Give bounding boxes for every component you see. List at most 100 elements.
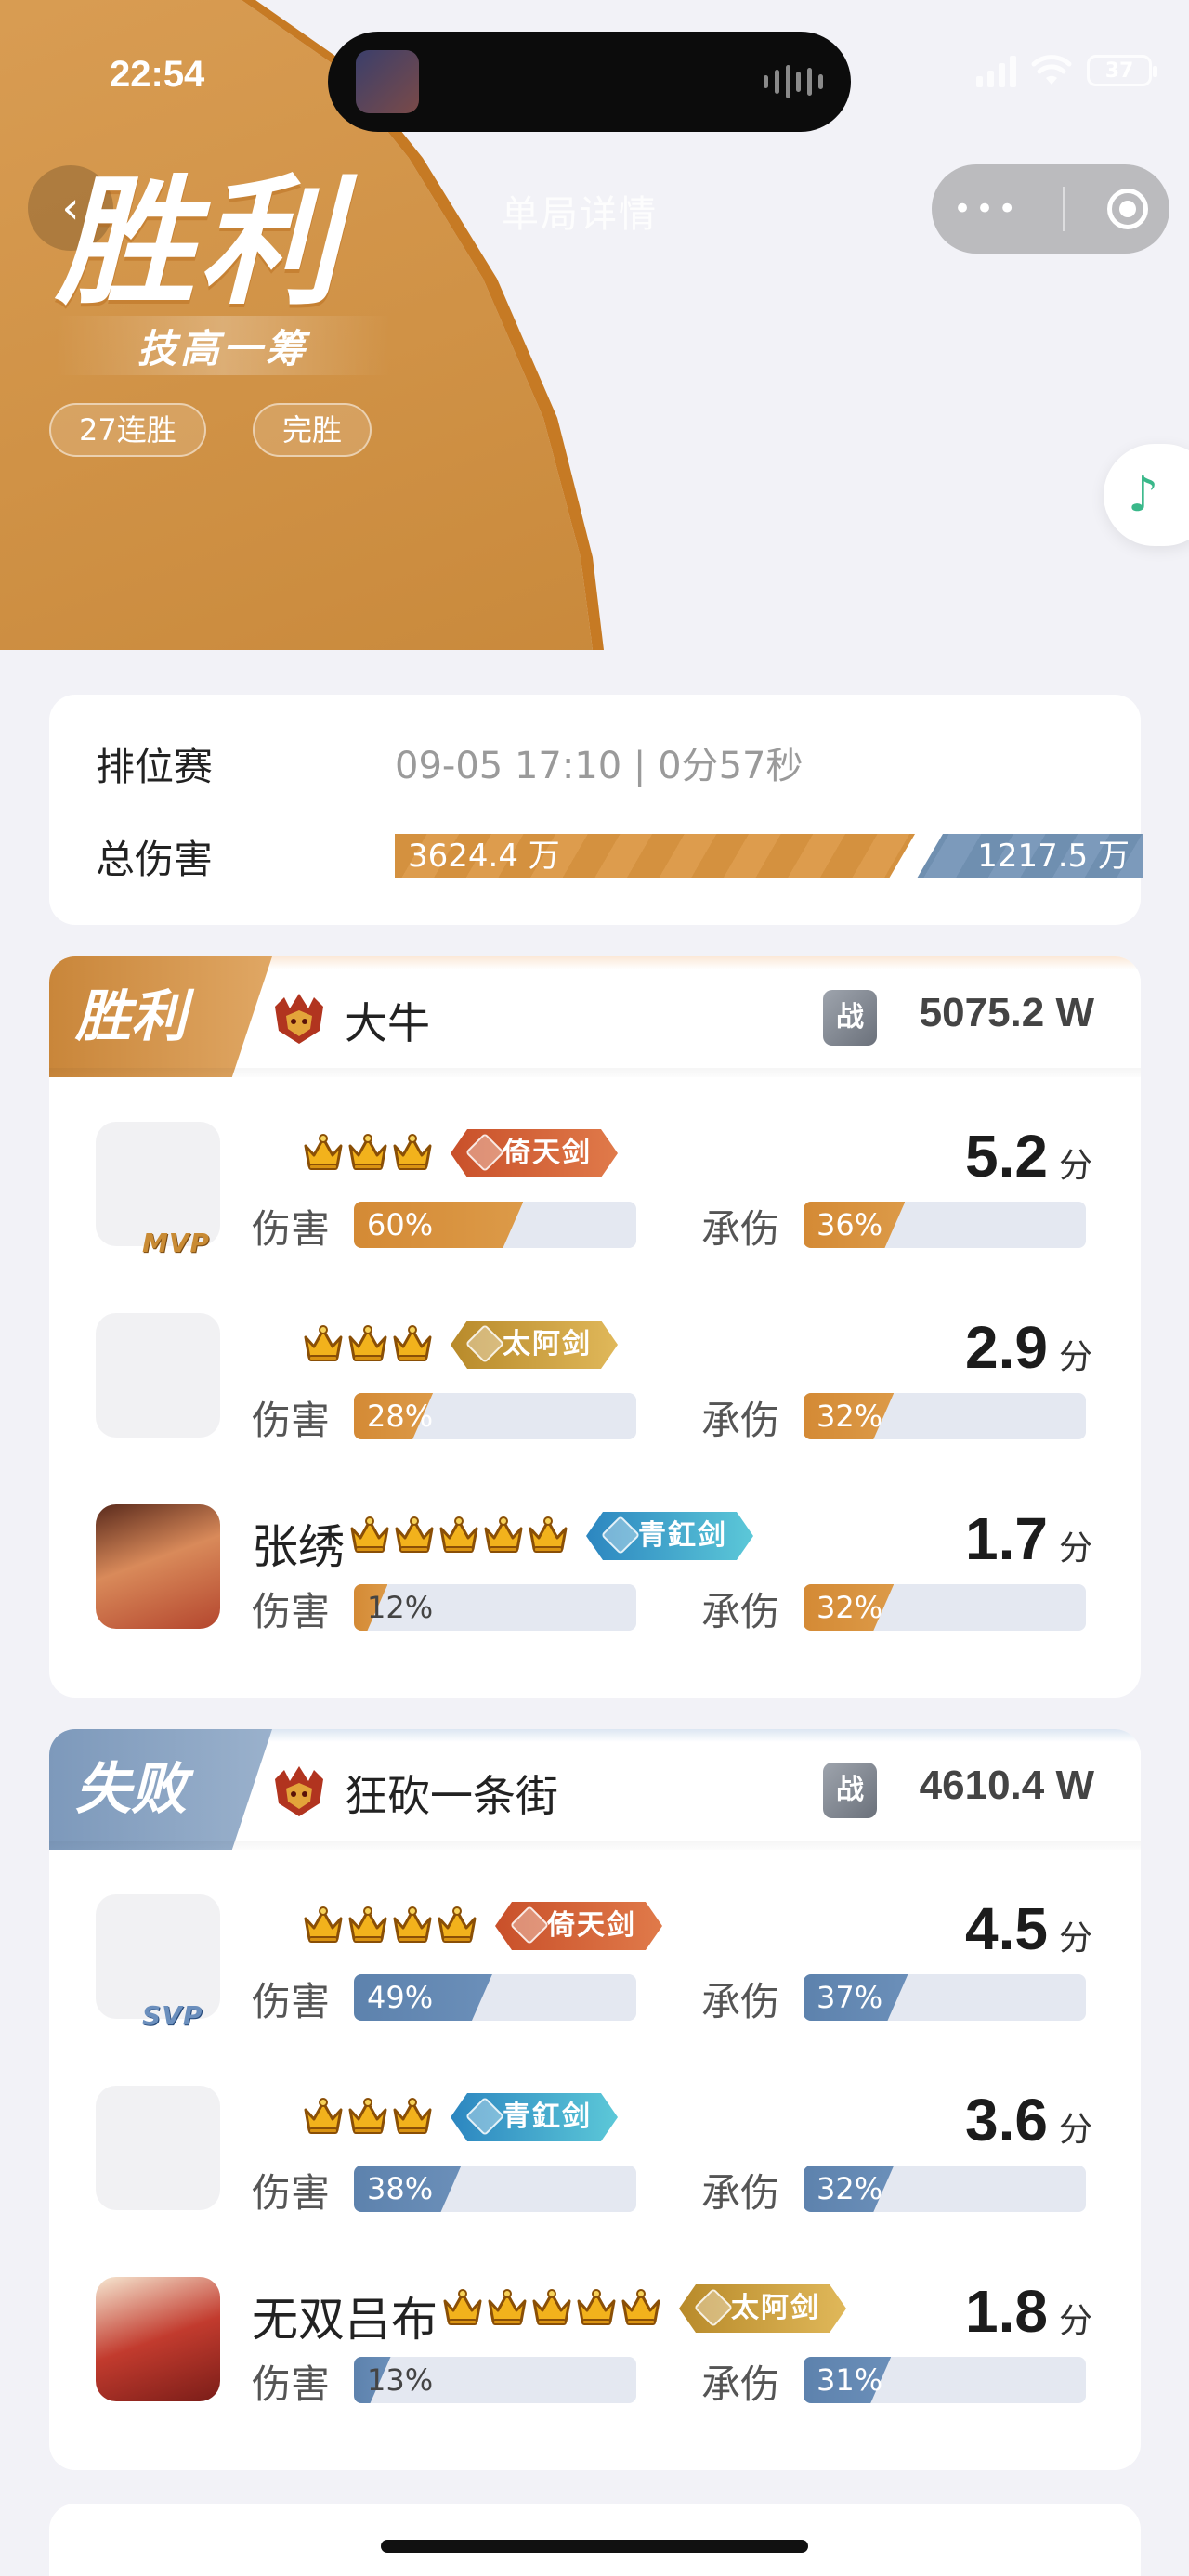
player-score: 1.7 分: [965, 1504, 1092, 1573]
crown-icon: [486, 2286, 529, 2329]
damage-bar: 38%: [354, 2166, 636, 2212]
crown-icon: [441, 2286, 484, 2329]
player-row[interactable]: 无双吕布 太阿剑 1.8 分伤害 13% 承伤 31%: [49, 2251, 1141, 2427]
weapon-badge: 青釭剑: [451, 2093, 618, 2141]
streak-tag: 27连胜: [49, 403, 206, 457]
sword-icon: [601, 1516, 640, 1555]
score-unit: 分: [1058, 1147, 1092, 1185]
damage-percent: 12%: [367, 1590, 434, 1625]
damage-taken-label: 承伤: [701, 2170, 780, 2216]
damage-taken-bar: 32%: [804, 1393, 1086, 1439]
damage-percent: 13%: [367, 2362, 434, 2398]
team-name: 狂砍一条街: [345, 1771, 558, 1821]
player-avatar[interactable]: [96, 2086, 220, 2210]
player-avatar[interactable]: [96, 2277, 220, 2401]
damage-percent: 60%: [367, 1207, 434, 1242]
player-row[interactable]: 青釭剑 3.6 分伤害 38% 承伤 32%: [49, 2060, 1141, 2236]
player-row[interactable]: 太阿剑 2.9 分伤害 28% 承伤 32%: [49, 1287, 1141, 1464]
damage-taken-label: 承伤: [701, 1398, 780, 1443]
match-summary-card: 排位赛 09-05 17:10 | 0分57秒 总伤害 3624.4 万 121…: [49, 695, 1143, 925]
damage-bar: 49%: [354, 1974, 636, 2021]
svp-badge: SVP: [142, 2000, 203, 2031]
damage-percent: 28%: [367, 1399, 434, 1434]
crown-icon: [348, 1514, 391, 1556]
player-score: 4.5 分: [965, 1894, 1092, 1963]
damage-taken-bar: 32%: [804, 2166, 1086, 2212]
player-score: 2.9 分: [965, 1313, 1092, 1382]
home-indicator[interactable]: [381, 2540, 808, 2553]
signal-icon: [976, 54, 1016, 87]
damage-bar: 60%: [354, 1202, 636, 1248]
target-icon[interactable]: [1107, 189, 1149, 229]
damage-bar: 13%: [354, 2357, 636, 2403]
island-thumbnail: [356, 50, 419, 113]
miniprogram-capsule[interactable]: •••: [932, 164, 1169, 254]
weapon-name: 倚天剑: [547, 1909, 636, 1942]
damage-label: 伤害: [252, 2361, 331, 2407]
battery-icon: 37: [1087, 55, 1157, 86]
crown-icon: [530, 2286, 573, 2329]
battery-level: 37: [1104, 59, 1134, 83]
player-row[interactable]: MVP 倚天剑 5.2 分伤害 60% 承伤 36%: [49, 1096, 1141, 1272]
team-name: 大牛: [345, 998, 430, 1048]
crown-icon: [391, 2095, 434, 2138]
damage-taken-label: 承伤: [701, 2361, 780, 2407]
damage-taken-percent: 31%: [817, 2362, 883, 2398]
score-unit: 分: [1058, 2111, 1092, 2149]
player-score: 5.2 分: [965, 1122, 1092, 1190]
mvp-badge: MVP: [142, 1228, 211, 1258]
star-rating: [302, 1904, 478, 1948]
more-dots-icon[interactable]: •••: [953, 190, 1020, 228]
weapon-name: 太阿剑: [731, 2292, 820, 2324]
damage-taken-percent: 32%: [817, 2171, 883, 2206]
player-avatar[interactable]: [96, 1313, 220, 1438]
weapon-badge: 太阿剑: [679, 2284, 846, 2333]
crown-icon: [438, 1514, 480, 1556]
team-card-winner: 胜利 大牛 战 5075.2 W MVP 倚天剑 5.2 分伤害 60% 承伤 36% 太阿剑…: [49, 956, 1141, 1698]
team-power: 4610.4 W: [919, 1763, 1094, 1808]
score-value: 2.9: [965, 1314, 1048, 1381]
audio-wave-icon: [764, 65, 823, 98]
star-rating: [348, 1514, 569, 1558]
crown-icon: [391, 1904, 434, 1946]
sword-icon: [465, 1133, 504, 1172]
weapon-name: 青釭剑: [638, 1519, 727, 1552]
damage-taken-bar: 37%: [804, 1974, 1086, 2021]
page-title: 单局详情: [502, 193, 658, 236]
sword-icon: [510, 1906, 549, 1945]
player-score: 3.6 分: [965, 2086, 1092, 2154]
score-unit: 分: [1058, 1338, 1092, 1376]
damage-label: 伤害: [252, 2170, 331, 2216]
crown-icon: [620, 2286, 662, 2329]
sword-icon: [694, 2288, 733, 2327]
team-card-loser: 失败 狂砍一条街 战 4610.4 W SVP 倚天剑 4.5 分伤害 49% 承伤 37%…: [49, 1729, 1141, 2470]
sword-icon: [465, 1324, 504, 1363]
damage-taken-bar: 36%: [804, 1202, 1086, 1248]
result-subtitle: 技高一筹: [56, 316, 390, 375]
enemy-damage-bar: 1217.5 万: [917, 834, 1143, 878]
player-row[interactable]: 张绣 青釭剑 1.7 分伤害 12% 承伤 32%: [49, 1478, 1141, 1655]
crown-icon: [393, 1514, 436, 1556]
player-row[interactable]: SVP 倚天剑 4.5 分伤害 49% 承伤 37%: [49, 1868, 1141, 2045]
damage-percent: 38%: [367, 2171, 434, 2206]
damage-label: 伤害: [252, 1206, 331, 1252]
perfect-win-tag: 完胜: [253, 403, 372, 457]
header-shadow: [49, 1068, 1141, 1077]
player-avatar[interactable]: [96, 1504, 220, 1629]
score-unit: 分: [1058, 1529, 1092, 1568]
score-value: 1.8: [965, 2278, 1048, 2345]
score-unit: 分: [1058, 2302, 1092, 2340]
damage-percent: 49%: [367, 1980, 434, 2015]
crown-icon: [527, 1514, 569, 1556]
dynamic-island: [328, 32, 851, 132]
damage-bar: 28%: [354, 1393, 636, 1439]
team-header: 失败 狂砍一条街 战 4610.4 W: [49, 1729, 1141, 1850]
total-damage-label: 总伤害: [96, 837, 214, 882]
weapon-badge: 太阿剑: [451, 1321, 618, 1369]
damage-taken-label: 承伤: [701, 1589, 780, 1634]
crown-icon: [302, 1904, 345, 1946]
music-note-icon[interactable]: ♪: [1104, 444, 1189, 546]
team-header: 胜利 大牛 战 5075.2 W: [49, 956, 1141, 1077]
star-rating: [302, 2095, 434, 2140]
crown-icon: [436, 1904, 478, 1946]
